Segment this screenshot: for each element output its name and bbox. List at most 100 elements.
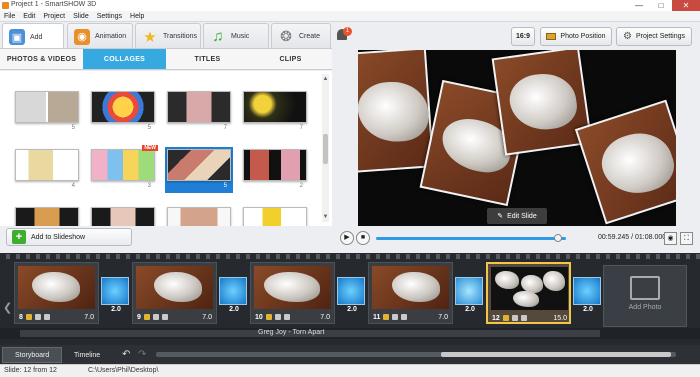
notification-count: 1 [343,27,352,36]
status-path: C:\Users\Phil\Desktop\ [88,367,159,374]
scroll-down-icon[interactable]: ▼ [322,214,329,220]
collage-count: 5 [71,125,75,131]
transition-thumbnail[interactable]: 2.0 [573,277,601,313]
tab-timeline[interactable]: Timeline [62,347,112,363]
aspect-ratio-button[interactable]: 16:9 [511,27,535,46]
slide-thumbnail[interactable]: 10 7.0 [250,262,335,324]
close-icon[interactable]: ✕ [672,0,700,11]
collage-thumb[interactable]: NEW 3 [91,145,158,191]
zoom-icon[interactable] [152,314,159,320]
speaker-icon[interactable] [43,314,50,320]
timeline-scroll-thumb[interactable] [441,352,671,357]
transition-thumbnail[interactable]: 2.0 [455,277,483,313]
menu-settings[interactable]: Settings [93,11,126,22]
timeline-scrollbar[interactable] [156,352,676,357]
pencil-icon[interactable] [265,314,272,320]
add-to-slideshow-button[interactable]: + Add to Slideshow [6,228,132,246]
pencil-icon[interactable] [383,314,390,320]
collage-thumb-selected[interactable]: 5 [165,147,233,193]
zoom-icon[interactable] [34,314,41,320]
tab-music[interactable]: ♫ Music [203,23,269,49]
speaker-icon[interactable] [161,314,168,320]
collage-thumb[interactable]: 7 [243,91,307,133]
collage-thumb[interactable]: 5 [91,91,155,133]
menu-project[interactable]: Project [39,11,69,22]
zoom-icon[interactable] [511,315,518,321]
speaker-icon[interactable] [520,315,527,321]
transition-thumbnail[interactable]: 2.0 [337,277,365,313]
slide-preview[interactable] [358,50,676,226]
play-icon[interactable]: ▶ [340,231,354,245]
preview-photo [491,50,593,156]
collage-thumb[interactable] [15,207,79,226]
subtab-collages[interactable]: COLLAGES [83,49,166,69]
collage-thumb[interactable]: 4 [15,149,79,191]
tab-add-label: Add [30,33,43,41]
seek-bar[interactable] [376,234,566,242]
pencil-icon[interactable] [143,314,150,320]
photo-position-button[interactable]: Photo Position [540,27,612,46]
transition-thumbnail[interactable]: 2.0 [101,277,129,313]
pencil-icon: ✎ [497,213,504,220]
fullscreen-icon[interactable]: ⛶ [680,232,693,245]
collage-count: 2 [299,183,303,189]
scrollbar-thumb[interactable] [323,134,328,164]
transition-thumbnail[interactable]: 2.0 [219,277,247,313]
tab-animation-label: Animation [95,33,127,40]
scroll-up-icon[interactable]: ▲ [322,76,329,82]
collage-count: 5 [147,125,151,131]
subtab-clips[interactable]: CLIPS [249,49,332,69]
slide-thumbnail[interactable]: 8 7.0 [14,262,99,324]
minimize-icon[interactable]: — [628,0,650,11]
tab-create[interactable]: ❂ Create [271,23,331,49]
star-icon: ★ [143,28,157,46]
add-photo-button[interactable]: Add Photo [603,265,687,327]
slide-thumbnail-selected[interactable]: 12 15.0 [486,262,571,324]
collage-thumb[interactable] [91,207,155,226]
edit-slide-button[interactable]: ✎ Edit Slide [487,208,547,224]
add-photos-icon: ▣ [9,29,25,45]
transition-duration: 2.0 [229,306,239,313]
subtab-photos-videos[interactable]: PHOTOS & VIDEOS [0,49,83,69]
transition-duration: 2.0 [583,306,593,313]
menu-help[interactable]: Help [126,11,148,22]
gallery-scrollbar[interactable]: ▲ ▼ [322,74,329,222]
library-panel: ▣ Add ◉ Animation ★ Transitions ♫ Music … [0,22,332,253]
collage-thumb[interactable] [243,207,307,226]
subtab-titles[interactable]: TITLES [166,49,249,69]
maximize-icon[interactable]: □ [650,0,672,11]
undo-icon[interactable]: ↶ [122,349,130,360]
menu-file[interactable]: File [0,11,19,22]
tab-add[interactable]: ▣ Add [2,23,64,50]
collage-thumb[interactable]: 2 [243,149,307,191]
seek-handle[interactable] [554,234,563,242]
audio-track[interactable]: Greg Joy - Torn Apart [0,328,700,339]
menu-slide[interactable]: Slide [69,11,93,22]
collage-thumb[interactable] [167,207,231,226]
stop-icon[interactable]: ■ [356,231,370,245]
notifications-button[interactable]: 1 [336,27,352,41]
collage-thumb[interactable]: 5 [15,91,79,133]
snapshot-camera-icon[interactable]: ◉ [664,232,677,245]
pencil-icon[interactable] [25,314,32,320]
redo-icon[interactable]: ↷ [138,349,146,360]
library-subtabs: PHOTOS & VIDEOS COLLAGES TITLES CLIPS [0,48,332,70]
speaker-icon[interactable] [401,314,408,320]
menu-edit[interactable]: Edit [19,11,39,22]
slide-thumbnail[interactable]: 11 7.0 [368,262,453,324]
tab-transitions[interactable]: ★ Transitions [135,23,201,49]
slide-number: 9 [137,313,141,321]
collage-thumb[interactable]: 7 [167,91,231,133]
preview-photo [358,50,435,173]
tab-animation[interactable]: ◉ Animation [67,23,133,49]
zoom-icon[interactable] [274,314,281,320]
speaker-icon[interactable] [283,314,290,320]
scroll-left-icon[interactable]: ❮ [3,301,12,314]
tab-storyboard[interactable]: Storyboard [2,347,63,363]
zoom-icon[interactable] [392,314,399,320]
slide-thumbnail[interactable]: 9 7.0 [132,262,217,324]
title-bar: Project 1 - SmartSHOW 3D — □ ✕ [0,0,700,11]
pencil-icon[interactable] [502,315,509,321]
project-settings-button[interactable]: ⚙ Project Settings [616,27,692,46]
storyboard-strip: ❮ 8 7.0 2.0 9 7.0 2.0 10 7.0 2.0 11 7.0 2.0 … [0,253,700,345]
